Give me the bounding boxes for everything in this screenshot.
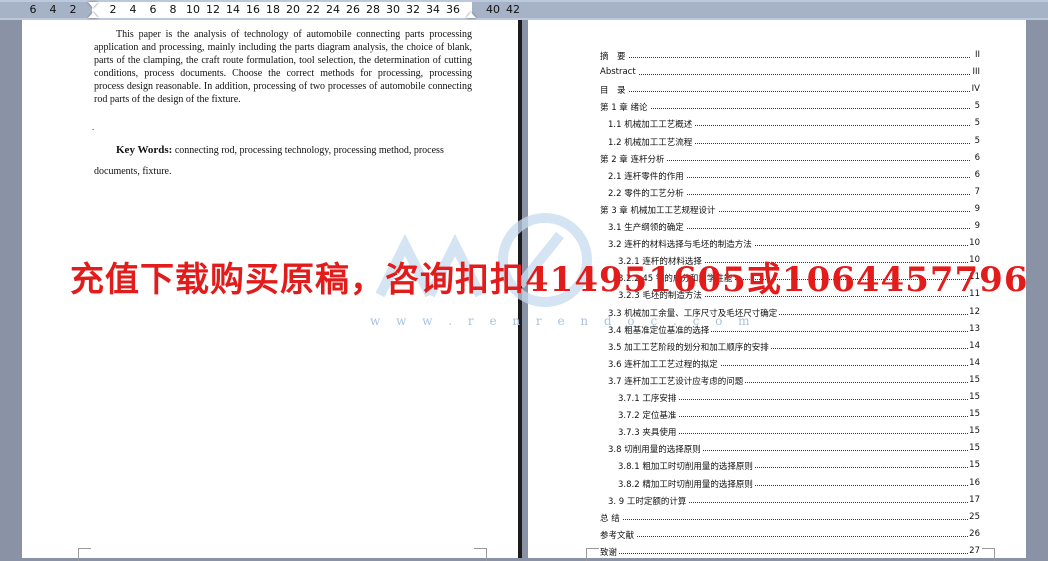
ruler-right-margin (472, 2, 1048, 18)
toc-entry-page: 9 (973, 203, 980, 214)
toc-entry-label: 1.1 机械加工工艺概述 (608, 118, 695, 131)
page-corner-mark (474, 548, 487, 561)
ruler-tick-label: 20 (286, 3, 300, 16)
toc-leader-dots (600, 79, 970, 93)
page-corner-mark (982, 548, 995, 561)
toc-entry-label: 致谢 (600, 545, 620, 558)
toc-entry-label: 3.6 连杆加工工艺过程的拟定 (608, 357, 720, 370)
ruler-tick-label: 22 (306, 3, 320, 16)
ruler-tick-label: 6 (149, 3, 157, 16)
toc-entry-page: 15 (968, 426, 980, 437)
toc-entry-label: 2.1 连杆零件的作用 (608, 169, 686, 182)
toc-entry-page: 25 (968, 511, 980, 522)
toc-entry-page: 9 (973, 221, 980, 231)
keywords-label: Key Words: (116, 144, 173, 156)
toc-entry-page: 15 (968, 374, 980, 385)
paragraph-mark: . (92, 122, 95, 132)
abstract-paragraph: This paper is the analysis of technology… (94, 29, 472, 105)
toc-entry-label: 3.7.1 工序安排 (618, 392, 679, 404)
ruler-tick-label: 14 (226, 3, 240, 16)
page-corner-mark (78, 548, 91, 561)
toc-entry-label: 3.5 加工工艺阶段的划分和加工顺序的安排 (608, 340, 771, 353)
toc-entry-page: 15 (968, 409, 980, 420)
toc-entry-label: Abstract (600, 67, 638, 78)
toc-entry-page: 15 (968, 392, 980, 402)
toc-entry-page: 6 (973, 152, 980, 163)
ruler-tick-label: 30 (386, 3, 400, 16)
toc-entry-page: 5 (973, 118, 980, 129)
ruler-tick-label: 24 (326, 3, 340, 16)
ruler-tick-label: 4 (129, 3, 137, 16)
watermark-promo-text: 充值下载购买原稿，咨询扣扣414951605或1064457796 (70, 260, 1029, 300)
ruler-tick-label: 28 (366, 3, 380, 16)
toc-entry-page: 7 (973, 186, 980, 197)
toc-entry-page: 15 (968, 460, 980, 471)
ruler-tick-label: 8 (169, 3, 177, 16)
toc-entry-page: 26 (968, 528, 980, 539)
page-corner-mark (586, 548, 599, 561)
ruler-tick-label: 40 (486, 3, 500, 16)
toc-leader-dots (600, 62, 970, 76)
toc-entry-label: 参考文献 (600, 528, 637, 541)
toc-entry-page: 5 (973, 135, 980, 146)
toc-entry-label: 第 2 章 连杆分析 (600, 152, 667, 165)
ruler-tick-label: 10 (186, 3, 200, 16)
toc-entry-page: 13 (968, 323, 980, 334)
toc-entry-page: 15 (968, 443, 980, 454)
ruler-tick-label: 2 (69, 3, 77, 16)
toc-entry-label: 3.7.2 定位基准 (618, 409, 679, 422)
watermark-url: w w w . r e n r e n d o c . c o m (370, 314, 756, 328)
ruler-tick-label: 6 (29, 3, 37, 16)
ruler-tick-label: 32 (406, 3, 420, 16)
toc-entry-page: II (973, 50, 980, 60)
hanging-indent-marker[interactable] (88, 12, 98, 18)
horizontal-ruler[interactable]: 6 4 2 2 4 6 8 10 12 14 16 18 20 22 24 26 28 30 32 34 36 40 42 (0, 0, 1048, 20)
toc-leader-dots (600, 96, 970, 110)
first-line-indent-marker[interactable] (88, 2, 98, 8)
toc-leader-dots (600, 45, 970, 58)
toc-entry-label: 3.7.3 夹具使用 (618, 426, 679, 439)
toc-entry-page: 17 (968, 494, 980, 505)
toc-leader-dots (600, 541, 970, 554)
ruler-tick-label: 36 (446, 3, 460, 16)
toc-entry-page: 10 (968, 238, 980, 249)
toc-entry-label: 1.2 机械加工工艺流程 (608, 135, 695, 148)
toc-leader-dots (600, 524, 970, 537)
keywords-paragraph: Key Words: connecting rod, processing te… (94, 140, 474, 182)
toc-entry-label: 3.7 连杆加工工艺设计应考虑的问题 (608, 374, 746, 387)
toc-entry-page: III (971, 67, 980, 78)
toc-leader-dots (600, 507, 970, 520)
toc-entry-page: 14 (968, 357, 980, 368)
ruler-tick-label: 26 (346, 3, 360, 16)
toc-entry-label: 2.2 零件的工艺分析 (608, 186, 686, 199)
ruler-tick-label: 16 (246, 3, 260, 16)
toc-entry-label: 第 1 章 绪论 (600, 101, 650, 114)
toc-entry-page: 16 (968, 477, 980, 488)
ruler-left-margin (0, 2, 92, 18)
ruler-tick-label: 18 (266, 3, 280, 16)
toc-entry-label: 3.8.1 粗加工时切削用量的选择原则 (618, 460, 755, 473)
toc-entry-page: 6 (973, 169, 980, 180)
toc-entry-page: 14 (968, 340, 980, 351)
ruler-tick-label: 42 (506, 3, 520, 16)
toc-entry-page: IV (970, 84, 980, 95)
ruler-tick-label: 4 (49, 3, 57, 16)
toc-entry-label: 3. 9 工时定额的计算 (608, 494, 689, 507)
ruler-tick-label: 2 (109, 3, 117, 16)
toc-entry-label: 摘 要 (600, 50, 628, 62)
toc-entry-label: 3.8 切削用量的选择原则 (608, 443, 703, 456)
toc-entry-page: 5 (973, 101, 980, 112)
toc-entry-label: 总 结 (600, 511, 622, 524)
toc-entry-page: 12 (968, 306, 980, 317)
toc-entry-label: 目 录 (600, 84, 628, 97)
ruler-tick-label: 34 (426, 3, 440, 16)
ruler-tick-label: 12 (206, 3, 220, 16)
right-indent-marker[interactable] (466, 12, 476, 18)
toc-entry-label: 3.8.2 精加工时切削用量的选择原则 (618, 477, 755, 490)
toc-entry-page: 27 (968, 545, 980, 556)
